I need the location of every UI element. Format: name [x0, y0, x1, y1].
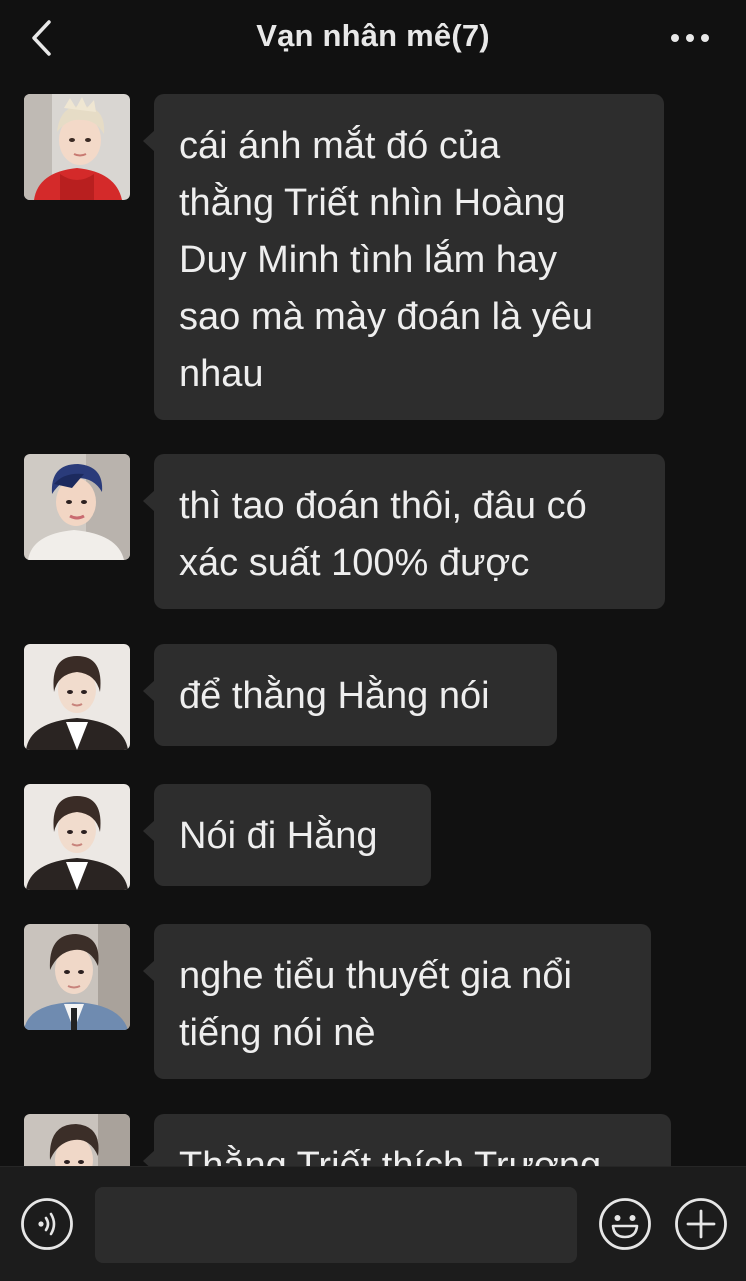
avatar[interactable]	[24, 1114, 130, 1166]
avatar[interactable]	[24, 784, 130, 890]
more-options-button[interactable]	[666, 24, 714, 52]
plus-icon	[675, 1198, 727, 1250]
message-bubble[interactable]: Thằng Triết thích Trương	[143, 1114, 671, 1166]
voice-icon	[21, 1198, 73, 1250]
emoji-button[interactable]	[598, 1197, 652, 1251]
message-bubble[interactable]: thì tao đoán thôi, đâu có xác suất 100% …	[143, 454, 665, 609]
avatar[interactable]	[24, 644, 130, 750]
chat-title: Vạn nhân mê(7)	[256, 18, 490, 53]
message-bubble[interactable]: Nói đi Hằng	[143, 784, 431, 886]
input-bar	[0, 1166, 746, 1281]
ellipsis-icon	[671, 34, 709, 42]
avatar[interactable]	[24, 924, 130, 1030]
message-bubble[interactable]: nghe tiểu thuyết gia nổi tiếng nói nè	[143, 924, 651, 1079]
message-input[interactable]	[95, 1187, 577, 1263]
add-button[interactable]	[674, 1197, 728, 1251]
emoji-icon	[599, 1198, 651, 1250]
message-bubble[interactable]: cái ánh mắt đó của thằng Triết nhìn Hoàn…	[143, 94, 664, 420]
avatar[interactable]	[24, 454, 130, 560]
message-list[interactable]: cái ánh mắt đó của thằng Triết nhìn Hoàn…	[0, 78, 746, 1166]
chat-header: Vạn nhân mê(7)	[0, 0, 746, 78]
message-bubble[interactable]: để thằng Hằng nói	[143, 644, 557, 746]
voice-button[interactable]	[20, 1197, 74, 1251]
avatar[interactable]	[24, 94, 130, 200]
